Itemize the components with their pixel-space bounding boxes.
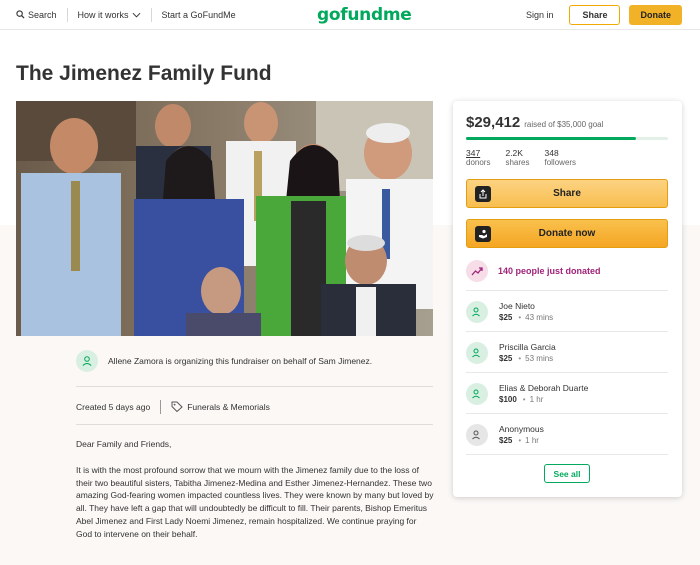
created-date: Created 5 days ago bbox=[76, 402, 151, 412]
donation-details: Joe Nieto $25 • 43 mins bbox=[499, 301, 553, 323]
donor-name: Elias & Deborah Duarte bbox=[499, 383, 589, 393]
donation-details: Elias & Deborah Duarte $100 • 1 hr bbox=[499, 383, 588, 405]
donation-meta: $100 • 1 hr bbox=[499, 394, 588, 405]
donation-time: 53 mins bbox=[525, 354, 554, 363]
nav-left: Search How it works Start a GoFundMe bbox=[16, 0, 236, 30]
story-paragraph: Dear Family and Friends, bbox=[76, 439, 172, 449]
shares-stat: 2.2K shares bbox=[505, 148, 529, 168]
donation-amount: $100 bbox=[499, 395, 517, 404]
tag-icon bbox=[171, 401, 183, 414]
campaign-meta: Created 5 days ago Funerals & Memorials bbox=[76, 400, 270, 414]
donation-time: 43 mins bbox=[525, 313, 554, 322]
logo-text: gofundme bbox=[317, 5, 412, 25]
donor-name: Priscilla Garcia bbox=[499, 342, 556, 352]
organizer-text: Allene Zamora is organizing this fundrai… bbox=[108, 356, 373, 366]
donation-details: Anonymous $25 • 1 hr bbox=[499, 424, 544, 446]
shares-count: 2.2K bbox=[505, 148, 523, 158]
how-it-works-label: How it works bbox=[77, 10, 129, 20]
start-gofundme-label: Start a GoFundMe bbox=[161, 10, 236, 20]
separator-dot: • bbox=[518, 313, 522, 322]
followers-count: 348 bbox=[544, 148, 559, 158]
gofundme-logo[interactable]: gofundme bbox=[317, 5, 412, 25]
separator-dot: • bbox=[518, 436, 522, 445]
donor-heart-icon bbox=[466, 383, 488, 405]
campaign-story: Dear Family and Friends, It is with the … bbox=[76, 438, 434, 554]
separator-dot: • bbox=[522, 395, 526, 404]
top-nav: Search How it works Start a GoFundMe gof… bbox=[0, 0, 700, 30]
donation-meta: $25 • 53 mins bbox=[499, 353, 556, 364]
how-it-works-menu[interactable]: How it works bbox=[78, 10, 141, 20]
donor-heart-icon bbox=[466, 301, 488, 323]
header-donate-button[interactable]: Donate bbox=[629, 5, 682, 25]
donation-item: Joe Nieto $25 • 43 mins bbox=[466, 290, 668, 331]
donate-now-button[interactable]: Donate now bbox=[466, 219, 668, 248]
divider bbox=[466, 454, 668, 455]
share-button-label: Share bbox=[553, 188, 581, 199]
donation-meta: $25 • 43 mins bbox=[499, 312, 553, 323]
campaign-title: The Jimenez Family Fund bbox=[16, 62, 272, 85]
donors-count: 347 bbox=[466, 148, 481, 158]
donation-details: Priscilla Garcia $25 • 53 mins bbox=[499, 342, 556, 364]
anonymous-donor-icon bbox=[466, 424, 488, 446]
start-gofundme-link[interactable]: Start a GoFundMe bbox=[162, 10, 236, 20]
raised-amount: $29,412 bbox=[466, 114, 521, 131]
search-link[interactable]: Search bbox=[16, 9, 57, 21]
trending-up-icon bbox=[466, 260, 488, 282]
donation-amount: $25 bbox=[499, 354, 513, 363]
header-share-button[interactable]: Share bbox=[569, 5, 621, 25]
progress-bar bbox=[466, 137, 668, 140]
progress-fill bbox=[466, 137, 636, 140]
donor-heart-icon bbox=[466, 342, 488, 364]
divider bbox=[150, 8, 152, 22]
organizer-row: Allene Zamora is organizing this fundrai… bbox=[76, 350, 433, 387]
category-link[interactable]: Funerals & Memorials bbox=[171, 401, 270, 414]
raised-summary: $29,412 raised of $35,000 goal bbox=[466, 114, 603, 131]
donation-item: Anonymous $25 • 1 hr bbox=[466, 413, 668, 454]
category-label: Funerals & Memorials bbox=[187, 402, 270, 412]
donation-meta: $25 • 1 hr bbox=[499, 435, 544, 446]
donors-label: donors bbox=[466, 158, 491, 167]
recent-donations-text: 140 people just donated bbox=[498, 266, 601, 276]
donation-time: 1 hr bbox=[529, 395, 544, 404]
donor-name: Joe Nieto bbox=[499, 301, 535, 311]
donor-name: Anonymous bbox=[499, 424, 544, 434]
donation-amount: $25 bbox=[499, 313, 513, 322]
followers-stat: 348 followers bbox=[544, 148, 576, 168]
followers-label: followers bbox=[544, 158, 577, 167]
separator-dot: • bbox=[518, 354, 522, 363]
divider bbox=[160, 400, 162, 414]
goal-text: raised of $35,000 goal bbox=[524, 120, 604, 129]
divider bbox=[66, 8, 68, 22]
search-label: Search bbox=[28, 10, 57, 20]
chevron-down-icon bbox=[132, 10, 141, 20]
see-all-button[interactable]: See all bbox=[544, 464, 590, 483]
divider bbox=[76, 424, 433, 425]
donors-stat[interactable]: 347 donors bbox=[466, 148, 490, 168]
donation-card: $29,412 raised of $35,000 goal 347 donor… bbox=[453, 101, 682, 497]
nav-right: Sign in Share Donate bbox=[526, 5, 682, 25]
donation-time: 1 hr bbox=[525, 436, 539, 445]
story-paragraph: It is with the most profound sorrow that… bbox=[76, 464, 434, 539]
donation-item: Elias & Deborah Duarte $100 • 1 hr bbox=[466, 372, 668, 413]
donate-now-label: Donate now bbox=[538, 228, 596, 239]
sign-in-link[interactable]: Sign in bbox=[526, 10, 554, 20]
organizer-person-icon bbox=[76, 350, 98, 372]
share-button[interactable]: Share bbox=[466, 179, 668, 208]
donation-amount: $25 bbox=[499, 436, 513, 445]
share-icon bbox=[475, 186, 491, 202]
shares-label: shares bbox=[505, 158, 530, 167]
campaign-photo[interactable] bbox=[16, 101, 433, 336]
recent-donations-row: 140 people just donated bbox=[466, 252, 668, 290]
search-icon bbox=[16, 9, 25, 21]
campaign-stats: 347 donors 2.2K shares 348 followers bbox=[466, 148, 576, 168]
donate-hand-icon bbox=[475, 226, 491, 242]
donation-item: Priscilla Garcia $25 • 53 mins bbox=[466, 331, 668, 372]
